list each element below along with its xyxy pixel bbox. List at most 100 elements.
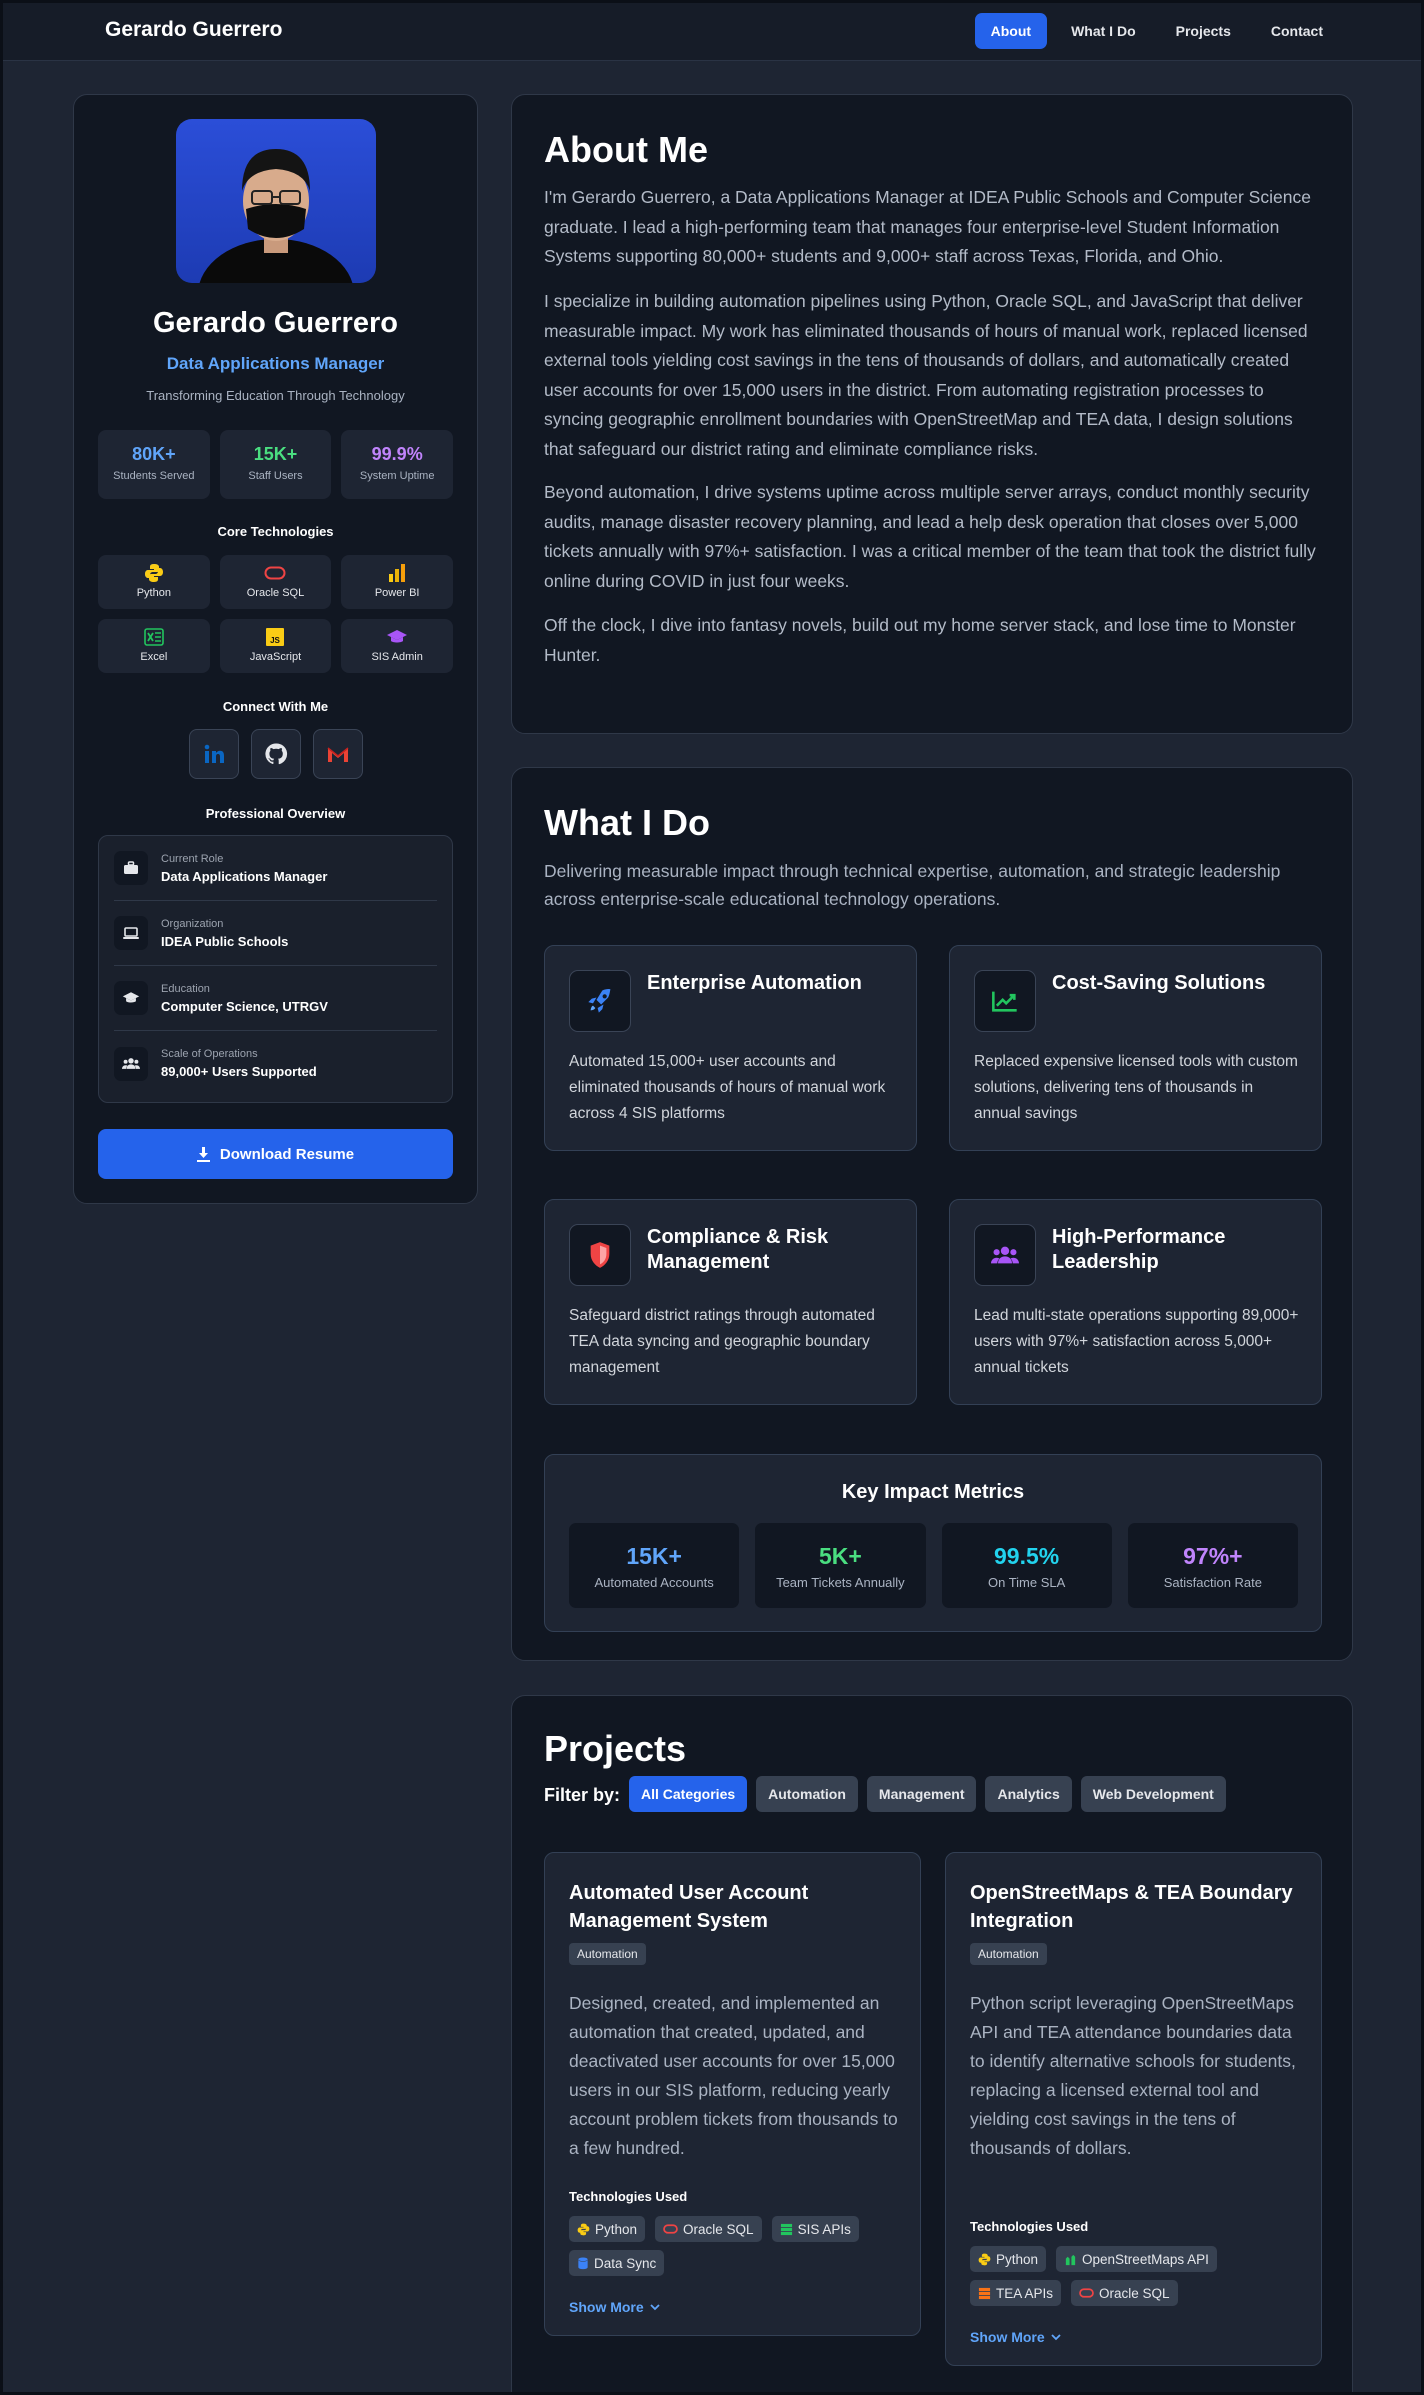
metric-value: 15K+ <box>626 1543 682 1569</box>
filter-automation[interactable]: Automation <box>756 1776 858 1812</box>
overview-value: IDEA Public Schools <box>161 933 289 949</box>
stat-card: 99.9% System Uptime <box>341 430 454 499</box>
download-resume-button[interactable]: Download Resume <box>98 1129 453 1179</box>
graduation-cap-icon <box>114 981 148 1015</box>
profile-tagline: Transforming Education Through Technolog… <box>146 388 405 403</box>
shield-icon <box>569 1224 631 1286</box>
chevron-down-icon <box>650 2303 660 2310</box>
filter-all-categories[interactable]: All Categories <box>629 1776 748 1812</box>
tech-used-label: Technologies Used <box>569 2189 688 2204</box>
project-title: OpenStreetMaps & TEA Boundary Integratio… <box>970 1882 1293 1932</box>
metric-label: Automated Accounts <box>594 1575 714 1590</box>
project-category-badge: Automation <box>569 1943 646 1965</box>
show-more-button[interactable]: Show More <box>569 2299 660 2315</box>
oracle-icon <box>220 562 332 584</box>
nav-link-about[interactable]: About <box>974 13 1048 49</box>
metric-card: 99.5% On Time SLA <box>941 1523 1112 1608</box>
excel-icon <box>98 626 210 648</box>
connect-heading: Connect With Me <box>222 699 329 714</box>
tech-label: SIS Admin <box>371 651 423 663</box>
project-tag: Oracle SQL <box>1071 2280 1178 2306</box>
project-card: OpenStreetMaps & TEA Boundary Integratio… <box>945 1852 1322 2366</box>
users-icon <box>974 1224 1036 1286</box>
project-tag: Data Sync <box>569 2250 665 2276</box>
project-desc: Designed, created, and implemented an au… <box>569 1993 898 2158</box>
tech-item-powerbi: Power BI <box>341 555 453 609</box>
stat-value: 99.9% <box>371 444 423 464</box>
filter-analytics[interactable]: Analytics <box>985 1776 1072 1812</box>
nav-link-what-i-do[interactable]: What I Do <box>1055 13 1152 49</box>
project-tag: SIS APIs <box>771 2216 859 2242</box>
overview-value: Data Applications Manager <box>161 868 328 884</box>
overview-value: Computer Science, UTRGV <box>161 998 328 1014</box>
chevron-down-icon <box>1051 2333 1061 2340</box>
server-icon <box>978 2287 991 2299</box>
about-paragraph: Beyond automation, I drive systems uptim… <box>544 482 1316 591</box>
tech-grid: Python Oracle SQL Power BI Excel JS Java… <box>98 555 453 673</box>
javascript-icon: JS <box>220 626 332 648</box>
tech-heading: Core Technologies <box>217 524 334 539</box>
project-desc: Python script leveraging OpenStreetMaps … <box>970 1993 1296 2158</box>
show-more-button[interactable]: Show More <box>970 2329 1061 2345</box>
service-desc: Replaced expensive licensed tools with c… <box>974 1053 1298 1122</box>
tag-label: Data Sync <box>594 2255 657 2271</box>
what-heading: What I Do <box>544 802 710 843</box>
overview-label: Scale of Operations <box>161 1048 258 1060</box>
about-heading: About Me <box>544 129 708 170</box>
tech-item-excel: Excel <box>98 619 210 673</box>
overview-heading: Professional Overview <box>205 806 346 821</box>
stat-value: 15K+ <box>253 444 298 464</box>
tech-item-python: Python <box>98 555 210 609</box>
overview-row: Education Computer Science, UTRGV <box>114 966 437 1031</box>
map-icon <box>1065 2254 1076 2265</box>
about-section: About Me I'm Gerardo Guerrero, a Data Ap… <box>511 94 1353 734</box>
gmail-icon <box>327 747 348 762</box>
database-icon <box>578 2256 588 2269</box>
avatar <box>176 119 376 283</box>
project-tag: Python <box>970 2246 1047 2272</box>
metric-label: Satisfaction Rate <box>1163 1575 1263 1590</box>
filter-web-development[interactable]: Web Development <box>1080 1776 1226 1812</box>
tag-label: Oracle SQL <box>683 2221 754 2237</box>
project-category-badge: Automation <box>970 1943 1047 1965</box>
project-tags: Python Oracle SQL SIS APIs Data Sync <box>569 2216 899 2276</box>
brand-name[interactable]: Gerardo Guerrero <box>105 18 282 42</box>
professional-overview: Current Role Data Applications Manager Or… <box>98 835 453 1103</box>
tech-item-javascript: JS JavaScript <box>219 619 332 673</box>
python-icon <box>978 2253 991 2265</box>
nav-links: About What I Do Projects Contact <box>974 13 1339 49</box>
email-link[interactable] <box>312 729 363 779</box>
overview-row: Organization IDEA Public Schools <box>114 901 437 966</box>
service-title: Cost-Saving Solutions <box>1052 972 1266 994</box>
service-title: Compliance & Risk Management <box>647 1226 829 1273</box>
filter-management[interactable]: Management <box>866 1776 977 1812</box>
download-resume-label: Download Resume <box>219 1145 355 1163</box>
stat-label: Students Served <box>113 470 195 482</box>
tech-label: Excel <box>140 651 168 663</box>
github-link[interactable] <box>250 729 301 779</box>
metrics-heading: Key Impact Metrics <box>841 1481 1025 1503</box>
project-tags: Python OpenStreetMaps API TEA APIs Oracl… <box>970 2246 1300 2306</box>
service-card-compliance: Compliance & Risk Management Safeguard d… <box>544 1199 917 1405</box>
metric-card: 15K+ Automated Accounts <box>569 1523 740 1608</box>
profile-title: Data Applications Manager <box>166 354 385 373</box>
service-card-cost-saving: Cost-Saving Solutions Replaced expensive… <box>949 945 1322 1151</box>
project-tag: OpenStreetMaps API <box>1056 2246 1217 2272</box>
tech-label: Oracle SQL <box>246 587 305 599</box>
metric-label: Team Tickets Annually <box>776 1575 905 1590</box>
metric-value: 5K+ <box>818 1543 862 1569</box>
stat-label: Staff Users <box>248 470 303 482</box>
overview-row: Scale of Operations 89,000+ Users Support… <box>114 1031 437 1096</box>
linkedin-link[interactable] <box>188 729 239 779</box>
projects-heading: Projects <box>544 1728 687 1769</box>
nav-link-projects[interactable]: Projects <box>1160 13 1247 49</box>
show-more-label: Show More <box>569 2299 644 2315</box>
overview-label: Organization <box>161 917 224 930</box>
service-card-leadership: High-Performance Leadership Lead multi-s… <box>949 1199 1322 1405</box>
project-tag: Python <box>569 2216 646 2242</box>
stat-label: System Uptime <box>359 470 435 482</box>
what-lead: Delivering measurable impact through tec… <box>544 861 1281 909</box>
metric-value: 97%+ <box>1183 1543 1243 1569</box>
nav-link-contact[interactable]: Contact <box>1255 13 1339 49</box>
about-paragraph: I'm Gerardo Guerrero, a Data Application… <box>544 187 1311 266</box>
